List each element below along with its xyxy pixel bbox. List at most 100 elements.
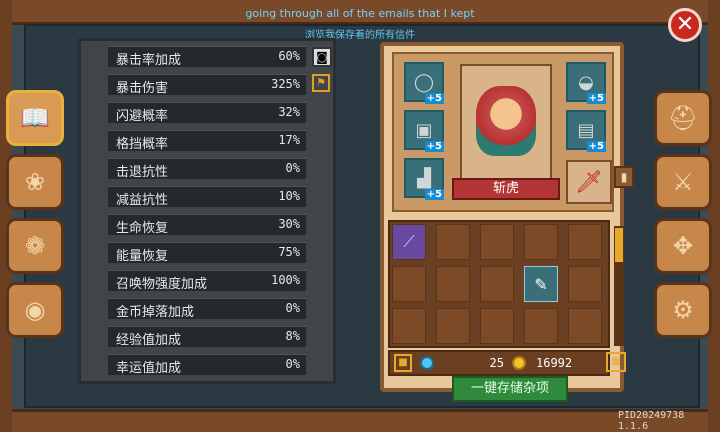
- tab-settings[interactable]: ⚙: [654, 282, 712, 338]
- stat-row: 经验值加成 8%: [108, 326, 306, 348]
- equip-slot-armor[interactable]: ▣ +5: [404, 110, 444, 152]
- stat-value: 32%: [278, 105, 300, 119]
- stat-row: 击退抗性 0%: [108, 158, 306, 180]
- inventory-slot[interactable]: [480, 308, 514, 344]
- coin-icon: [512, 356, 526, 370]
- equip-slot-ring[interactable]: ◯ +5: [404, 62, 444, 104]
- stat-value: 100%: [271, 273, 300, 287]
- stat-value: 0%: [285, 161, 300, 175]
- lock-icon: ■: [398, 357, 408, 368]
- stat-value: 10%: [278, 189, 300, 203]
- scroll-thumb[interactable]: [615, 228, 623, 262]
- character-sprite: [476, 86, 536, 156]
- caption-english: going through all of the emails that I k…: [245, 7, 475, 20]
- right-frame: [708, 0, 720, 432]
- inventory-slot[interactable]: ⟋: [392, 224, 426, 260]
- gear-icon: ⚙: [672, 296, 694, 324]
- camera-icon: ◙: [316, 50, 328, 64]
- inventory-scrollbar[interactable]: [614, 226, 624, 346]
- upgrade-badge: +5: [586, 93, 606, 104]
- stat-value: 75%: [278, 245, 300, 259]
- stat-row: 格挡概率 17%: [108, 130, 306, 152]
- equip-slot-weapon[interactable]: 🗡: [566, 160, 612, 204]
- inventory-slot[interactable]: [568, 266, 602, 302]
- flag-icon: ▮: [620, 170, 628, 184]
- equip-slot-boots[interactable]: ▟ +5: [404, 158, 444, 200]
- stat-value: 0%: [285, 357, 300, 371]
- stat-label: 击退抗性: [116, 165, 169, 180]
- stat-label: 暴击伤害: [116, 81, 169, 96]
- stat-label: 召唤物强度加成: [116, 277, 208, 292]
- book-icon: 📖: [20, 104, 50, 132]
- left-frame: [0, 0, 12, 432]
- stat-value: 0%: [285, 301, 300, 315]
- compass-icon: ✥: [672, 232, 694, 260]
- stat-label: 能量恢复: [116, 249, 169, 264]
- bookmark-icon: ⚑: [316, 76, 326, 89]
- sort-button[interactable]: ▦: [606, 352, 626, 372]
- tab-shield[interactable]: ◉: [6, 282, 64, 338]
- tab-book[interactable]: 📖: [6, 90, 64, 146]
- stat-label: 幸运值加成: [116, 361, 182, 376]
- upgrade-badge: +5: [424, 189, 444, 200]
- camera-button[interactable]: ◙: [312, 47, 332, 67]
- stat-value: 8%: [285, 329, 300, 343]
- stat-label: 格挡概率: [116, 137, 169, 152]
- upgrade-badge: +5: [586, 141, 606, 152]
- stat-value: 325%: [271, 77, 300, 91]
- swirl-icon: ❀: [24, 168, 46, 196]
- stat-row: 暴击率加成 60%: [108, 46, 306, 68]
- upgrade-badge: +5: [424, 141, 444, 152]
- stat-row: 能量恢复 75%: [108, 242, 306, 264]
- bookmark-button[interactable]: ⚑: [312, 74, 330, 92]
- build-id: PID20249738 1.1.6: [618, 410, 685, 432]
- helmet-icon: ⛑: [667, 104, 699, 132]
- inventory-slot[interactable]: [568, 224, 602, 260]
- character-name: 斩虎: [452, 178, 560, 200]
- stat-label: 金币掉落加成: [116, 305, 195, 320]
- inventory-slot[interactable]: [392, 308, 426, 344]
- weapon-tab-flag[interactable]: ▮: [614, 166, 634, 188]
- tab-talents[interactable]: ✥: [654, 218, 712, 274]
- stat-label: 暴击率加成: [116, 53, 182, 68]
- sword-icon: 🗡: [575, 169, 603, 195]
- stat-row: 减益抗性 10%: [108, 186, 306, 208]
- grid-icon: ▦: [611, 356, 621, 367]
- inventory-slot[interactable]: [524, 308, 558, 344]
- tab-weapons[interactable]: ⚔: [654, 154, 712, 210]
- paw-icon: ❁: [24, 232, 46, 260]
- inventory-slot[interactable]: [436, 308, 470, 344]
- store-all-button[interactable]: 一键存储杂项: [452, 376, 568, 402]
- inventory-slot[interactable]: ✎: [524, 266, 558, 302]
- stat-row: 生命恢复 30%: [108, 214, 306, 236]
- bottom-frame: [0, 409, 720, 432]
- stat-value: 60%: [278, 49, 300, 63]
- coin-count: 16992: [536, 356, 573, 370]
- stat-label: 生命恢复: [116, 221, 169, 236]
- tab-helmet[interactable]: ⛑: [654, 90, 712, 146]
- inventory-slot[interactable]: [392, 266, 426, 302]
- close-button[interactable]: ✕: [668, 8, 702, 42]
- stat-label: 减益抗性: [116, 193, 169, 208]
- gem-icon: [420, 356, 434, 370]
- inventory-slot[interactable]: [480, 266, 514, 302]
- gem-count: 25: [489, 356, 504, 370]
- inventory-slot[interactable]: [436, 266, 470, 302]
- stat-row: 暴击伤害 325%: [108, 74, 306, 96]
- tab-pets[interactable]: ❁: [6, 218, 64, 274]
- equip-slot-chest[interactable]: ▤ +5: [566, 110, 606, 152]
- stat-row: 召唤物强度加成 100%: [108, 270, 306, 292]
- stat-label: 经验值加成: [116, 333, 182, 348]
- tab-skills[interactable]: ❀: [6, 154, 64, 210]
- stat-value: 17%: [278, 133, 300, 147]
- stat-label: 闪避概率: [116, 109, 169, 124]
- lock-button[interactable]: ■: [394, 354, 412, 372]
- inventory-slot[interactable]: [524, 224, 558, 260]
- stat-row: 幸运值加成 0%: [108, 354, 306, 376]
- inventory-slot[interactable]: [436, 224, 470, 260]
- inventory-slot[interactable]: [480, 224, 514, 260]
- inventory-slot[interactable]: [568, 308, 602, 344]
- stat-row: 金币掉落加成 0%: [108, 298, 306, 320]
- equip-slot-helmet[interactable]: ◒ +5: [566, 62, 606, 104]
- upgrade-badge: +5: [424, 93, 444, 104]
